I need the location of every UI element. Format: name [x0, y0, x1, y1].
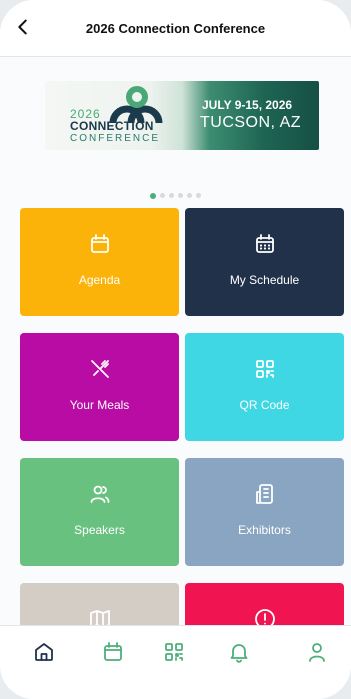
- tab-notifications[interactable]: [227, 640, 253, 666]
- bottom-tab-bar: [0, 625, 351, 699]
- map-icon: [20, 607, 179, 625]
- tile-speakers[interactable]: Speakers: [20, 458, 179, 566]
- banner-name: CONNECTION: [70, 119, 154, 133]
- tile-label: Exhibitors: [238, 523, 291, 537]
- app-screen: 2026 Connection Conference 2026 CONNECTI…: [0, 0, 351, 699]
- carousel-dot[interactable]: [196, 193, 201, 199]
- page-title: 2026 Connection Conference: [85, 21, 266, 36]
- tab-qr[interactable]: [162, 640, 188, 666]
- tile-label: Agenda: [78, 273, 121, 287]
- carousel-dot[interactable]: [169, 193, 174, 199]
- carousel-dot[interactable]: [187, 193, 192, 199]
- carousel-dot[interactable]: [150, 192, 156, 199]
- tile-agenda[interactable]: Agenda: [20, 208, 179, 316]
- tile-label: QR Code: [239, 398, 290, 412]
- calendar-icon: [104, 642, 122, 661]
- banner-dates: JULY 9-15, 2026: [202, 98, 293, 112]
- tile-alert-circle[interactable]: [185, 583, 344, 625]
- tile-your-meals[interactable]: Your Meals: [20, 333, 179, 441]
- home-icon: [35, 643, 53, 661]
- carousel-dot[interactable]: [178, 193, 183, 199]
- tile-label: Speakers: [74, 523, 125, 537]
- calendar-icon: [20, 232, 179, 258]
- tile-map[interactable]: [20, 583, 179, 625]
- home-content: 2026 CONNECTION CONFERENCE JULY 9-15, 20…: [0, 57, 351, 625]
- utensils-crossed-icon: [20, 357, 179, 383]
- tile-qr-code[interactable]: QR Code: [185, 333, 344, 441]
- building-icon: [185, 482, 344, 508]
- banner-subtitle: CONFERENCE: [70, 133, 161, 144]
- bell-icon: [230, 644, 248, 663]
- tab-home[interactable]: [32, 640, 58, 666]
- qr-code-icon: [165, 643, 183, 661]
- carousel-indicator[interactable]: [0, 187, 351, 199]
- tile-label: My Schedule: [229, 273, 300, 287]
- users-icon: [20, 482, 179, 508]
- banner-location: TUCSON, AZ: [200, 114, 302, 131]
- top-bar: 2026 Connection Conference: [0, 0, 351, 57]
- alert-circle-icon: [185, 607, 344, 625]
- tab-agenda[interactable]: [101, 640, 127, 666]
- tile-exhibitors[interactable]: Exhibitors: [185, 458, 344, 566]
- qr-code-icon: [185, 357, 344, 383]
- tab-profile[interactable]: [305, 640, 331, 666]
- tile-my-schedule[interactable]: My Schedule: [185, 208, 344, 316]
- event-banner[interactable]: 2026 CONNECTION CONFERENCE JULY 9-15, 20…: [45, 81, 319, 150]
- carousel-dot[interactable]: [160, 193, 165, 199]
- user-icon: [309, 643, 325, 662]
- tile-label: Your Meals: [69, 398, 130, 412]
- calendar-grid-icon: [185, 232, 344, 258]
